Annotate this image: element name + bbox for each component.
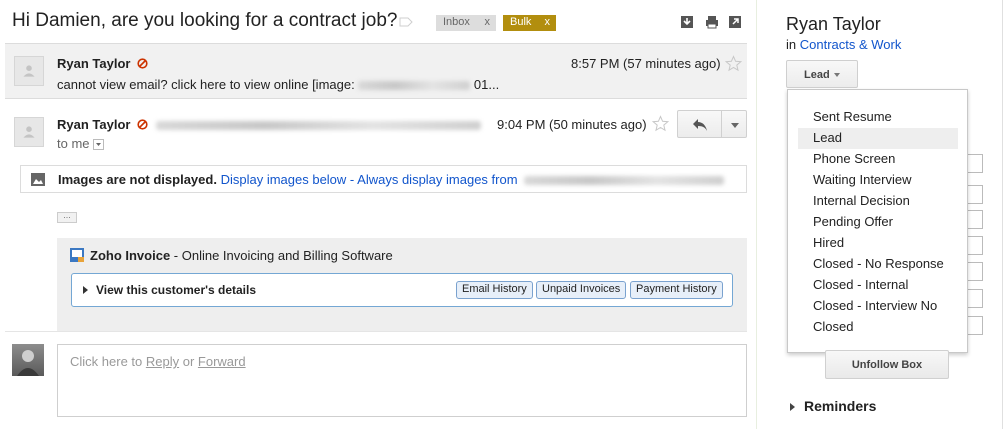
message-time: 9:04 PM (50 minutes ago) — [497, 117, 647, 132]
snippet-start: cannot view email? click here to view on… — [57, 77, 359, 92]
expand-triangle-icon[interactable] — [83, 286, 88, 294]
label-chip-inbox-text: Inbox — [443, 16, 470, 28]
remove-label-inbox-button[interactable]: x — [485, 16, 491, 28]
forward-link[interactable]: Forward — [198, 354, 246, 369]
reply-arrow-icon — [693, 119, 707, 131]
link-separator: - — [346, 172, 358, 187]
payment-history-button[interactable]: Payment History — [630, 281, 723, 299]
label-chip-inbox[interactable]: Inbox x — [436, 15, 496, 31]
message-sender[interactable]: Ryan Taylor — [57, 56, 148, 71]
reply-box[interactable]: Click here to Reply or Forward — [57, 344, 747, 417]
stage-dropdown-button[interactable]: Lead — [786, 60, 858, 88]
sender-avatar — [14, 117, 44, 147]
divider — [5, 331, 747, 332]
contact-name: Ryan Taylor — [786, 14, 881, 34]
zoho-tagline: - Online Invoicing and Billing Software — [170, 248, 393, 263]
pipeline-line: in Contracts & Work — [786, 37, 901, 52]
field-input[interactable] — [966, 236, 983, 255]
show-details-toggle[interactable] — [92, 139, 104, 151]
display-images-link[interactable]: Display images below — [221, 172, 347, 187]
stage-option-closed[interactable]: Closed — [798, 317, 958, 338]
field-input[interactable] — [966, 185, 983, 204]
message-snippet: cannot view email? click here to view on… — [57, 77, 499, 92]
expand-triangle-icon — [790, 403, 795, 412]
pipeline-prefix: in — [786, 37, 800, 52]
stage-menu: Sent Resume Lead Phone Screen Waiting In… — [787, 89, 968, 353]
images-warning: Images are not displayed. — [58, 172, 217, 187]
unfollow-box-button[interactable]: Unfollow Box — [825, 350, 949, 379]
message-time: 8:57 PM (57 minutes ago) — [571, 56, 721, 71]
chevron-down-icon — [95, 143, 101, 147]
message-sender[interactable]: Ryan Taylor — [57, 117, 481, 132]
stage-option-hired[interactable]: Hired — [798, 233, 958, 254]
stage-current: Lead — [804, 69, 830, 81]
field-input[interactable] — [966, 210, 983, 229]
download-icon[interactable] — [680, 15, 694, 29]
pipeline-link[interactable]: Contracts & Work — [800, 37, 902, 52]
field-input[interactable] — [966, 262, 983, 281]
stage-option-phone-screen[interactable]: Phone Screen — [798, 149, 958, 170]
spam-warning-icon — [137, 119, 148, 130]
message-collapsed[interactable]: Ryan Taylor 8:57 PM (57 minutes ago) can… — [5, 43, 747, 99]
remove-label-bulk-button[interactable]: x — [545, 16, 551, 28]
print-icon[interactable] — [705, 15, 719, 29]
right-edge — [1002, 0, 1003, 429]
image-icon — [31, 173, 45, 186]
redacted-sender — [524, 176, 725, 186]
sender-avatar — [14, 56, 44, 86]
recipient-label: to me — [57, 136, 90, 151]
chevron-down-icon — [833, 73, 840, 78]
chevron-down-icon — [731, 123, 739, 128]
email-history-button[interactable]: Email History — [456, 281, 533, 299]
show-trimmed-content-button[interactable]: ... — [57, 211, 77, 223]
reply-button[interactable] — [677, 110, 722, 138]
spam-warning-icon — [137, 58, 148, 69]
label-chip-bulk[interactable]: Bulk x — [503, 15, 556, 31]
thread-subject: Hi Damien, are you looking for a contrac… — [12, 10, 398, 31]
stage-option-waiting-interview[interactable]: Waiting Interview — [798, 170, 958, 191]
stage-option-lead[interactable]: Lead — [798, 128, 958, 149]
reminders-section[interactable]: Reminders — [790, 398, 876, 414]
stage-option-closed-no-response[interactable]: Closed - No Response — [798, 254, 958, 275]
reply-link[interactable]: Reply — [146, 354, 179, 369]
stage-option-closed-internal[interactable]: Closed - Internal — [798, 275, 958, 296]
zoho-invoice-logo-icon — [70, 248, 84, 262]
field-input[interactable] — [966, 154, 983, 173]
stage-option-sent-resume[interactable]: Sent Resume — [798, 107, 958, 128]
unpaid-invoices-button[interactable]: Unpaid Invoices — [536, 281, 627, 299]
zoho-title: Zoho Invoice - Online Invoicing and Bill… — [90, 248, 393, 263]
snippet-end: 01... — [470, 77, 500, 92]
reply-prompt-middle: or — [179, 354, 198, 369]
zoho-invoice-gadget: Zoho Invoice - Online Invoicing and Bill… — [57, 238, 747, 331]
label-chip-bulk-text: Bulk — [510, 16, 532, 28]
always-display-link[interactable]: Always display images from — [357, 172, 517, 187]
sender-name: Ryan Taylor — [57, 117, 131, 132]
user-avatar — [12, 344, 44, 376]
label-tag-icon[interactable] — [399, 17, 413, 27]
zoho-brand: Zoho Invoice — [90, 248, 171, 263]
star-icon[interactable] — [652, 115, 669, 132]
recipient-line: to me — [57, 136, 104, 151]
stage-option-pending-offer[interactable]: Pending Offer — [798, 212, 958, 233]
customer-details-panel: View this customer's details Email Histo… — [71, 273, 733, 307]
field-input[interactable] — [966, 289, 983, 308]
images-hidden-text: Images are not displayed. Display images… — [58, 172, 725, 187]
view-customer-details-toggle[interactable]: View this customer's details — [96, 283, 256, 297]
stage-option-closed-interview-no[interactable]: Closed - Interview No — [798, 296, 958, 317]
sender-name: Ryan Taylor — [57, 56, 131, 71]
redacted-text — [358, 81, 471, 91]
pane-divider — [756, 0, 757, 429]
reply-prompt-prefix: Click here to — [70, 354, 146, 369]
reply-prompt: Click here to Reply or Forward — [70, 354, 246, 369]
reminders-label: Reminders — [804, 398, 877, 414]
new-window-icon[interactable] — [728, 15, 742, 29]
field-input[interactable] — [966, 316, 983, 335]
more-actions-button[interactable] — [721, 110, 747, 138]
stage-option-internal-decision[interactable]: Internal Decision — [798, 191, 958, 212]
star-icon[interactable] — [725, 55, 742, 72]
images-hidden-bar: Images are not displayed. Display images… — [20, 165, 747, 193]
redacted-email — [155, 121, 481, 131]
